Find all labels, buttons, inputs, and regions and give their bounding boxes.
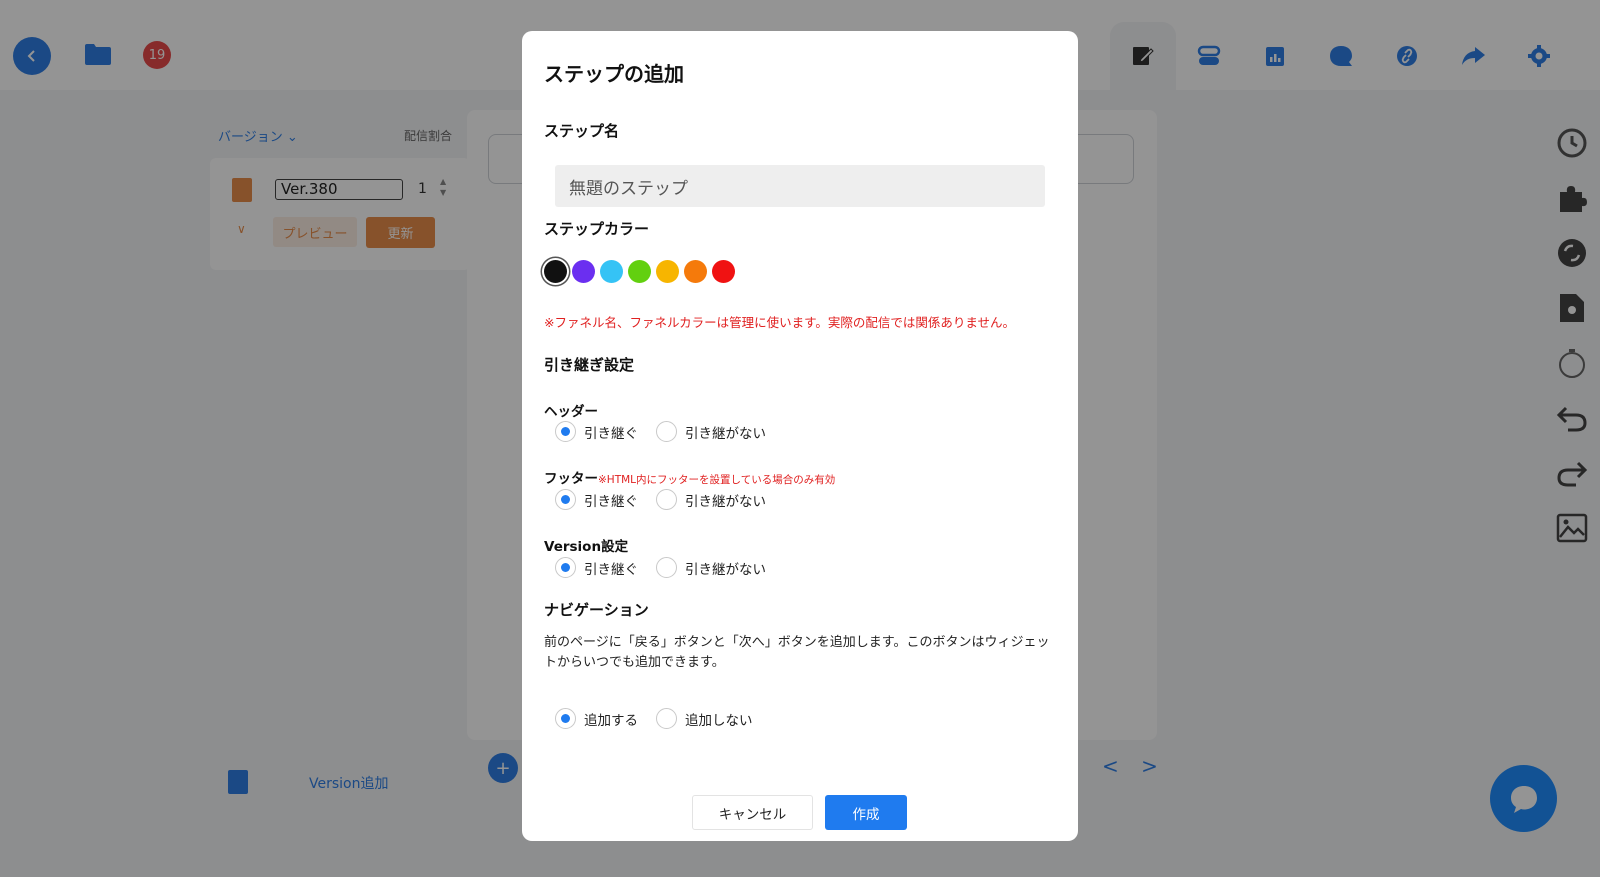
inherit-settings-title: 引き継ぎ設定: [544, 356, 635, 374]
cancel-button[interactable]: キャンセル: [692, 795, 813, 830]
radio-label: 引き継ぐ: [584, 493, 638, 510]
step-name-label: ステップ名: [544, 122, 620, 140]
footer-note: ※HTML内にフッターを設置している場合のみ有効: [598, 474, 836, 486]
radio-label: 追加する: [584, 712, 638, 729]
radio-label: 引き継ぐ: [584, 561, 638, 578]
add-step-dialog: ステップの追加 ステップ名 ステップカラー ※ファネル名、ファネルカラーは管理に…: [522, 31, 1078, 841]
dialog-title: ステップの追加: [544, 62, 684, 86]
step-color-label: ステップカラー: [544, 220, 650, 238]
radio-label: 引き継がない: [685, 493, 766, 510]
create-button[interactable]: 作成: [825, 795, 907, 830]
navigation-add-radio[interactable]: [555, 708, 576, 729]
color-swatch[interactable]: [544, 260, 567, 283]
header-radio-group: 引き継ぐ 引き継がない: [555, 421, 784, 442]
footer-inherit-radio[interactable]: [555, 489, 576, 510]
header-label: ヘッダー: [544, 404, 598, 420]
navigation-radio-group: 追加する 追加しない: [555, 708, 771, 729]
footer-label: フッター※HTML内にフッターを設置している場合のみ有効: [544, 471, 836, 487]
radio-label: 引き継ぐ: [584, 425, 638, 442]
color-swatch[interactable]: [600, 260, 623, 283]
navigation-title: ナビゲーション: [544, 601, 649, 619]
version-inherit-radio[interactable]: [555, 557, 576, 578]
radio-label: 引き継がない: [685, 425, 766, 442]
color-swatch[interactable]: [656, 260, 679, 283]
header-inherit-radio[interactable]: [555, 421, 576, 442]
navigation-description: 前のページに「戻る」ボタンと「次へ」ボタンを追加します。このボタンはウィジェット…: [544, 635, 1050, 670]
color-picker: [544, 260, 735, 283]
footer-radio-group: 引き継ぐ 引き継がない: [555, 489, 784, 510]
color-swatch[interactable]: [712, 260, 735, 283]
navigation-no-add-radio[interactable]: [656, 708, 677, 729]
color-note: ※ファネル名、ファネルカラーは管理に使います。実際の配信では関係ありません。: [544, 315, 1015, 330]
color-swatch[interactable]: [684, 260, 707, 283]
radio-label: 引き継がない: [685, 561, 766, 578]
step-name-input[interactable]: [555, 165, 1045, 207]
version-radio-group: 引き継ぐ 引き継がない: [555, 557, 784, 578]
version-no-inherit-radio[interactable]: [656, 557, 677, 578]
version-setting-label: Version設定: [544, 539, 629, 555]
color-swatch[interactable]: [628, 260, 651, 283]
header-no-inherit-radio[interactable]: [656, 421, 677, 442]
color-swatch[interactable]: [572, 260, 595, 283]
footer-no-inherit-radio[interactable]: [656, 489, 677, 510]
radio-label: 追加しない: [685, 712, 753, 729]
